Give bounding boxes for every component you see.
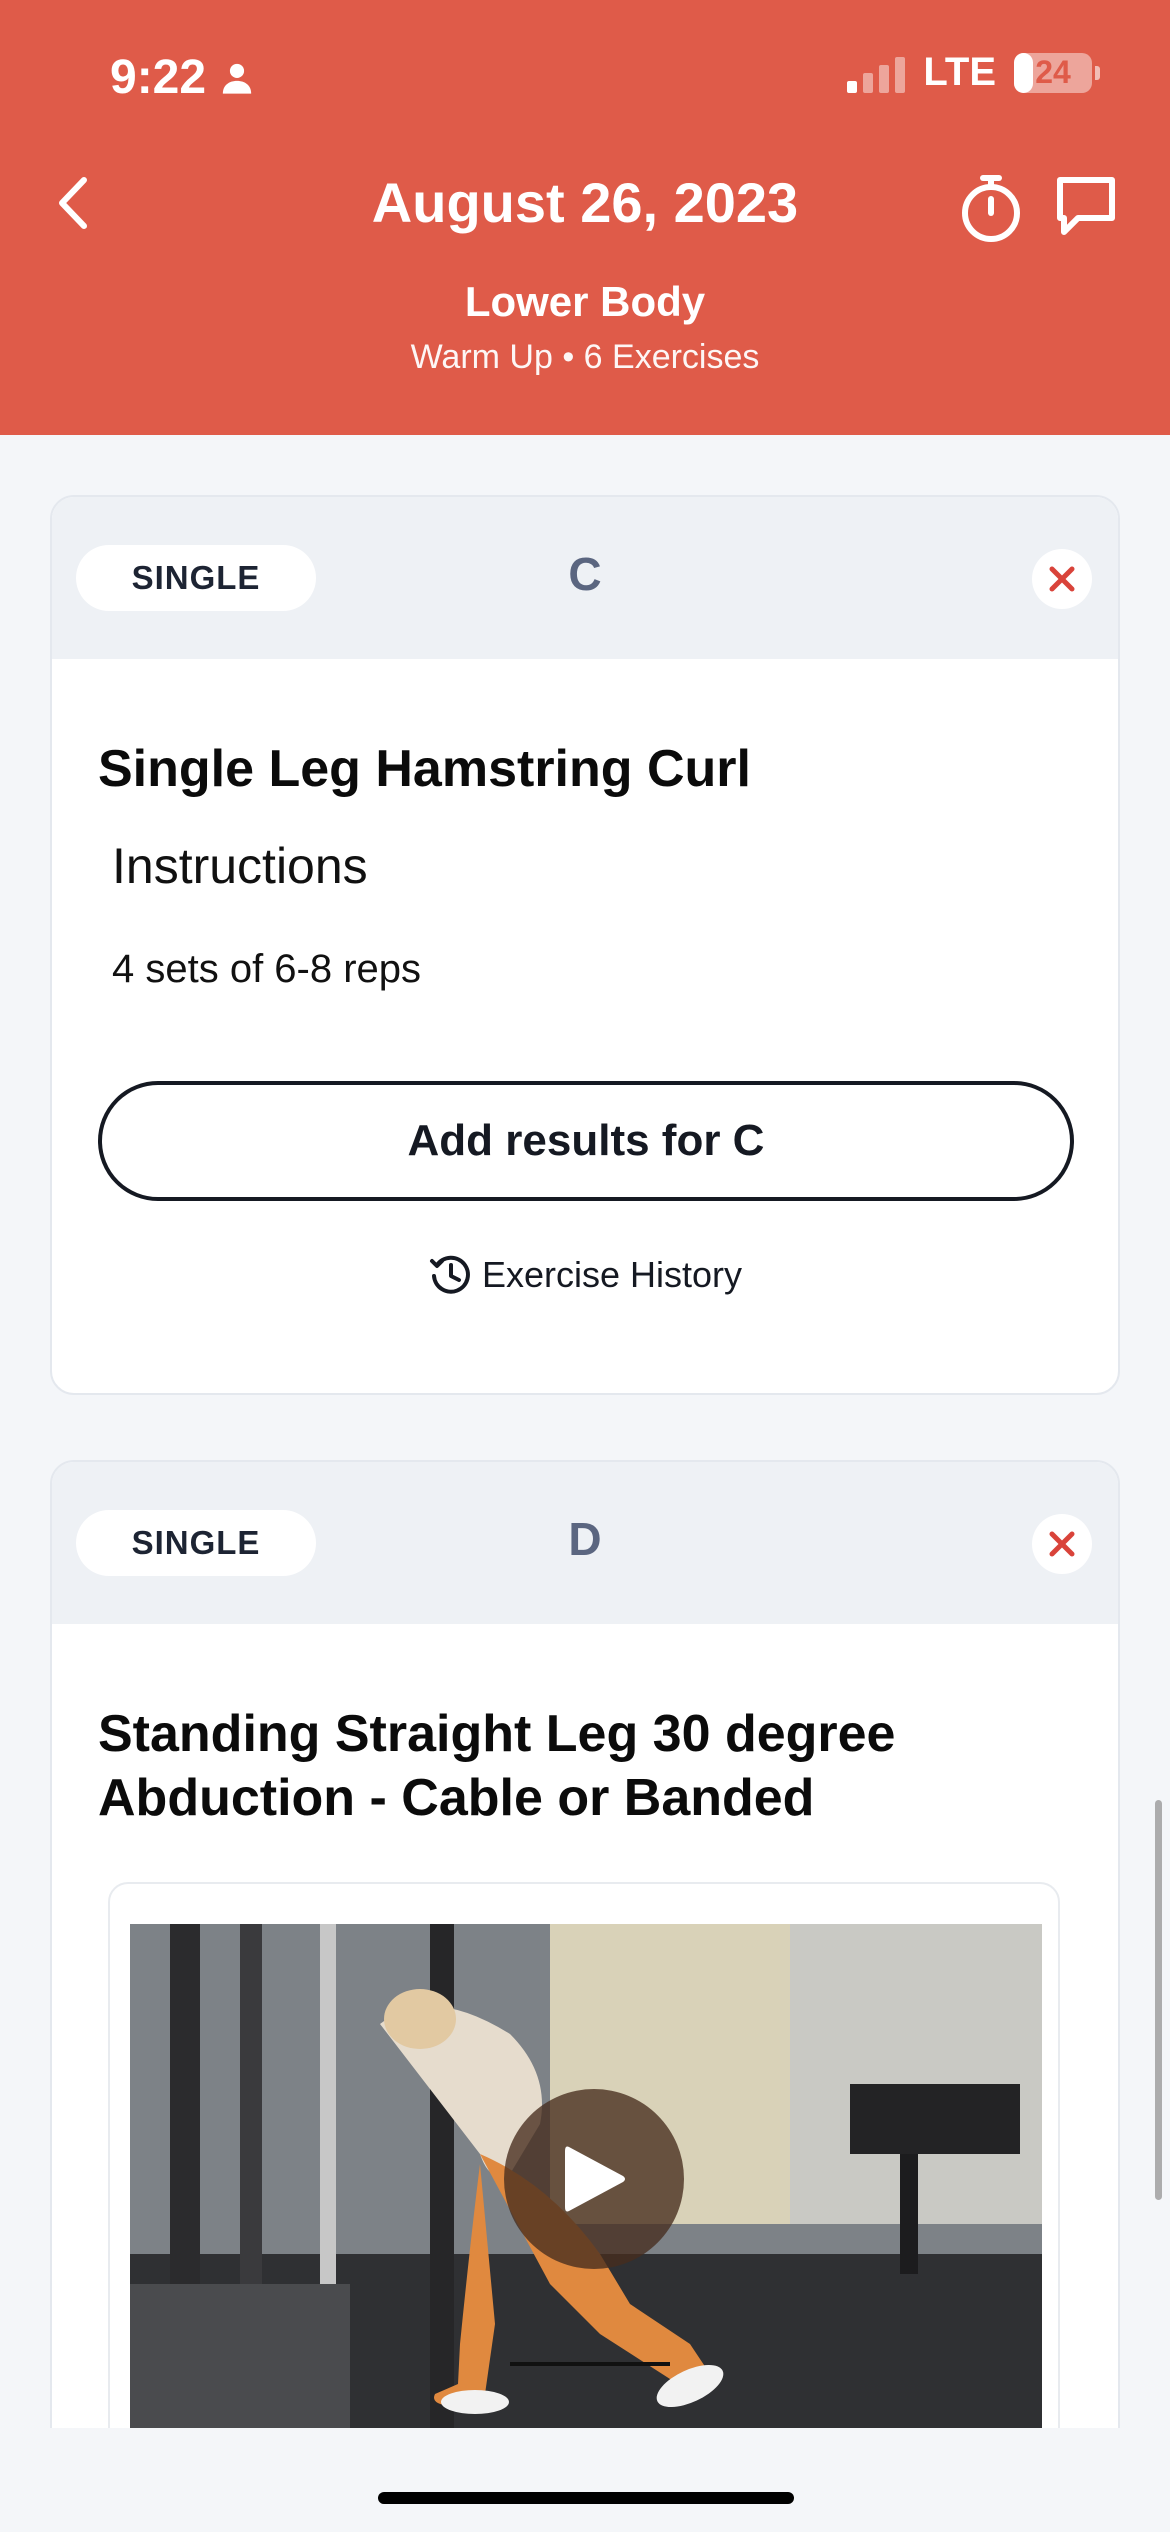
scrollbar[interactable] xyxy=(1155,1800,1162,2200)
workout-name: Lower Body xyxy=(464,278,706,325)
chat-icon xyxy=(1057,177,1115,235)
chat-button[interactable] xyxy=(1052,172,1120,240)
network-label: LTE xyxy=(923,50,996,94)
exercise-history-label: Exercise History xyxy=(481,1254,743,1295)
exercise-title: Single Leg Hamstring Curl xyxy=(98,740,751,798)
card-header: SINGLE C xyxy=(52,497,1118,659)
status-time: 9:22 xyxy=(110,50,254,105)
signal-icon xyxy=(847,53,906,93)
instructions-text: 4 sets of 6-8 reps xyxy=(112,947,422,991)
add-results-label: Add results for C xyxy=(407,1116,765,1165)
status-indicators: LTE 24 xyxy=(847,50,1100,95)
exercise-title-line-2: Abduction - Cable or Banded xyxy=(98,1769,815,1827)
header: 9:22 LTE 24 August 26, 2023 Lower Body W… xyxy=(0,0,1170,435)
play-icon xyxy=(565,2146,625,2212)
status-time-label: 9:22 xyxy=(110,51,207,104)
exercise-video-thumbnail[interactable] xyxy=(130,1924,1042,2480)
close-icon xyxy=(1049,1531,1075,1557)
exercise-title: Standing Straight Leg 30 degree Abductio… xyxy=(98,1702,895,1830)
exercise-letter: D xyxy=(568,1513,602,1565)
history-icon xyxy=(429,1255,470,1294)
play-button[interactable] xyxy=(504,2089,684,2269)
workout-meta: Warm Up • 6 Exercises xyxy=(410,338,760,376)
bottom-safe-area xyxy=(0,2428,1170,2532)
instructions-heading: Instructions xyxy=(112,838,368,894)
card-header: SINGLE D xyxy=(52,1462,1118,1624)
remove-exercise-button[interactable] xyxy=(1032,1514,1092,1574)
timer-button[interactable] xyxy=(958,172,1024,244)
stopwatch-icon xyxy=(962,175,1020,242)
person-icon xyxy=(222,63,252,94)
exercise-card-c: SINGLE C Single Leg Hamstring Curl Instr… xyxy=(50,495,1120,1395)
home-indicator[interactable] xyxy=(378,2492,794,2504)
exercise-history-link[interactable]: Exercise History xyxy=(52,1252,1118,1298)
exercise-letter: C xyxy=(568,548,602,600)
close-icon xyxy=(1049,566,1075,592)
add-results-button[interactable]: Add results for C xyxy=(98,1081,1074,1201)
video-frame xyxy=(108,1882,1060,2482)
battery-icon: 24 xyxy=(1014,52,1100,93)
exercise-card-d: SINGLE D Standing Straight Leg 30 degree… xyxy=(50,1460,1120,2532)
remove-exercise-button[interactable] xyxy=(1032,549,1092,609)
battery-level: 24 xyxy=(1035,54,1071,90)
exercise-title-line-1: Standing Straight Leg 30 degree xyxy=(98,1705,896,1763)
